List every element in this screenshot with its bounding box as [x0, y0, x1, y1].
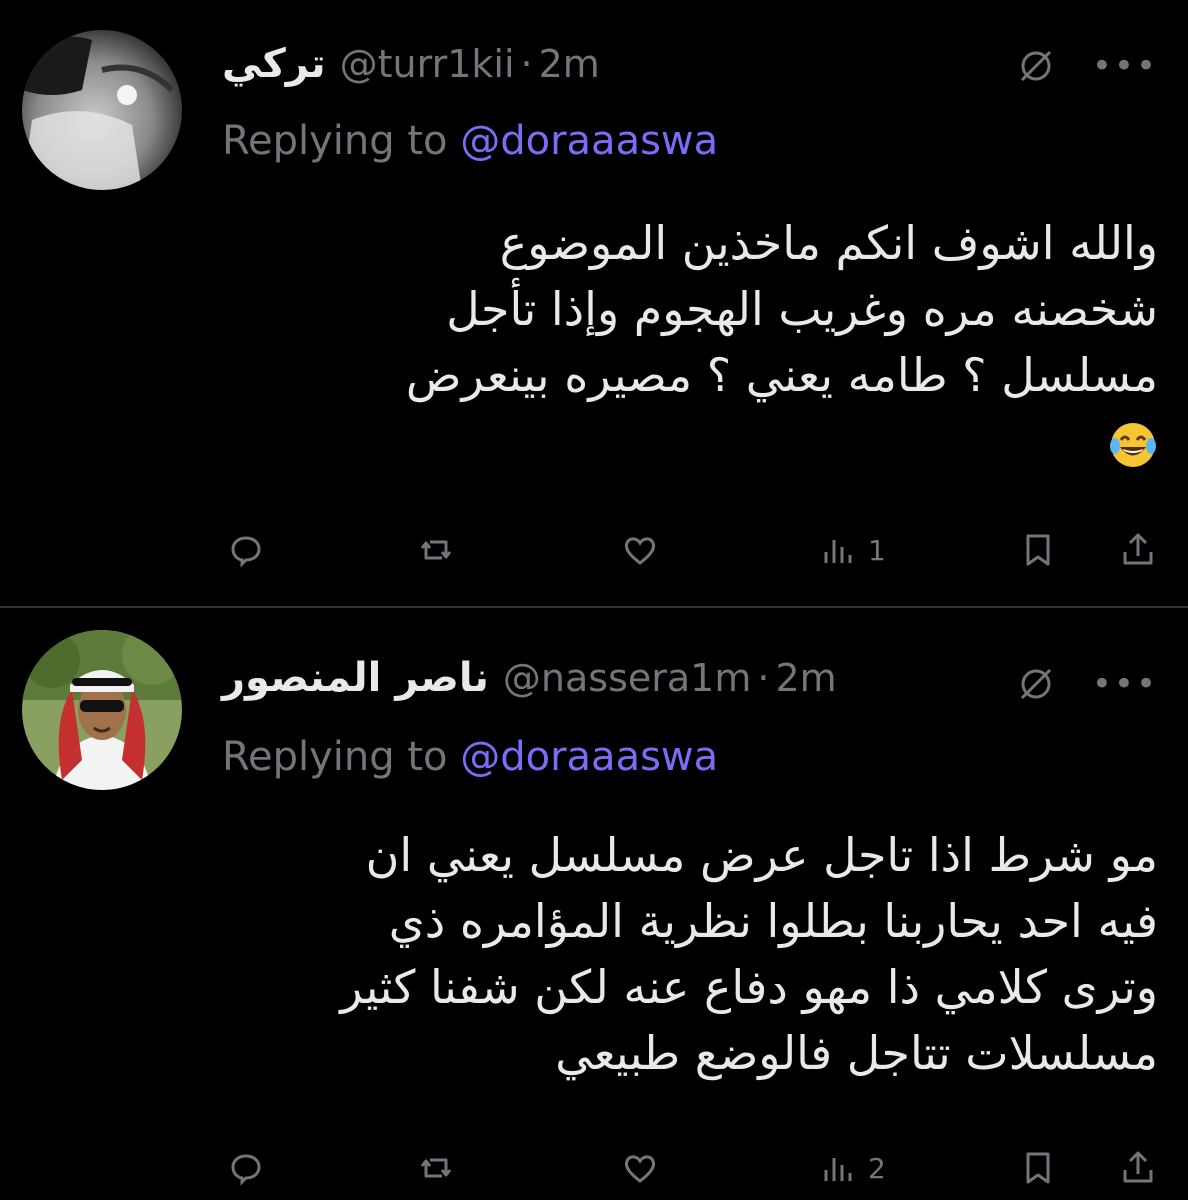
- tweet[interactable]: تركي @turr1kii · 2m ••• Replying to @dor…: [0, 0, 1188, 606]
- reply-button[interactable]: [226, 526, 266, 574]
- bookmark-icon: [1026, 534, 1050, 566]
- reply-icon: [231, 536, 261, 568]
- timestamp[interactable]: 2m: [539, 42, 600, 86]
- separator-dot: ·: [757, 656, 770, 700]
- share-button[interactable]: [1118, 526, 1158, 574]
- tweet-actions: 1: [0, 520, 1188, 580]
- share-icon: [1123, 1151, 1153, 1183]
- header-actions: •••: [1014, 662, 1158, 706]
- replying-to: Replying to @doraaaswa: [222, 734, 718, 780]
- retweet-icon: [420, 540, 452, 560]
- mention-link[interactable]: @doraaaswa: [460, 118, 718, 164]
- tweet-text: مو شرط اذا تاجل عرض مسلسل يعني ان فيه اح…: [198, 822, 1158, 1086]
- like-button[interactable]: [620, 526, 660, 574]
- views-count: 1: [868, 533, 886, 567]
- share-icon: [1123, 533, 1153, 565]
- tweet-text-line: مسلسلات تتاجل فالوضع طبيعي: [555, 1026, 1158, 1080]
- bookmark-button[interactable]: [1018, 1144, 1058, 1192]
- mention-link[interactable]: @doraaaswa: [460, 734, 718, 780]
- user-handle[interactable]: @nassera1m: [503, 656, 751, 700]
- header-actions: •••: [1014, 44, 1158, 88]
- user-handle[interactable]: @turr1kii: [340, 42, 515, 86]
- replying-to: Replying to @doraaaswa: [222, 118, 718, 164]
- replying-to-label: Replying to: [222, 118, 461, 164]
- more-icon[interactable]: •••: [1092, 49, 1158, 83]
- retweet-button[interactable]: [416, 526, 456, 574]
- more-icon[interactable]: •••: [1092, 667, 1158, 701]
- tweet-header: تركي @turr1kii · 2m: [222, 34, 600, 94]
- timestamp[interactable]: 2m: [775, 656, 836, 700]
- tweet[interactable]: ناصر المنصور @nassera1m · 2m ••• Replyin…: [0, 608, 1188, 1200]
- like-icon: [624, 537, 656, 565]
- display-name[interactable]: تركي: [222, 41, 326, 87]
- views-button[interactable]: 2: [818, 1144, 886, 1192]
- tweet-actions: 2: [0, 1138, 1188, 1198]
- tweet-text-line: والله اشوف انكم ماخذين الموضوع: [499, 216, 1158, 270]
- avatar[interactable]: [22, 30, 182, 190]
- emoji-line: [258, 408, 1158, 474]
- tweet-text-line: فيه احد يحاربنا بطلوا نظرية المؤامره ذي: [388, 894, 1158, 948]
- tweet-text-line: مو شرط اذا تاجل عرض مسلسل يعني ان: [365, 828, 1158, 882]
- grok-icon[interactable]: [1014, 662, 1058, 706]
- tweet-text-line: شخصنه مره وغريب الهجوم وإذا تأجل: [446, 282, 1158, 336]
- bookmark-icon: [1026, 1152, 1050, 1184]
- tweet-header: ناصر المنصور @nassera1m · 2m: [222, 648, 837, 708]
- display-name[interactable]: ناصر المنصور: [222, 655, 489, 701]
- replying-to-label: Replying to: [222, 734, 461, 780]
- like-icon: [624, 1155, 656, 1183]
- retweet-icon: [420, 1158, 452, 1178]
- like-button[interactable]: [620, 1144, 660, 1192]
- retweet-button[interactable]: [416, 1144, 456, 1192]
- views-icon: [824, 540, 852, 563]
- bookmark-button[interactable]: [1018, 526, 1058, 574]
- share-button[interactable]: [1118, 1144, 1158, 1192]
- grok-icon[interactable]: [1014, 44, 1058, 88]
- face-with-tears-of-joy-icon: [1110, 422, 1156, 467]
- tweet-text-line: وترى كلامي ذا مهو دفاع عنه لكن شفنا كثير: [340, 960, 1158, 1014]
- views-icon: [824, 1158, 852, 1181]
- avatar[interactable]: [22, 630, 182, 790]
- tweet-text: والله اشوف انكم ماخذين الموضوع شخصنه مره…: [258, 210, 1158, 474]
- reply-button[interactable]: [226, 1144, 266, 1192]
- separator-dot: ·: [520, 42, 533, 86]
- views-button[interactable]: 1: [818, 526, 886, 574]
- reply-icon: [231, 1154, 261, 1186]
- views-count: 2: [868, 1151, 886, 1185]
- tweet-text-line: مسلسل ؟ طامه يعني ؟ مصيره بينعرض: [405, 348, 1158, 402]
